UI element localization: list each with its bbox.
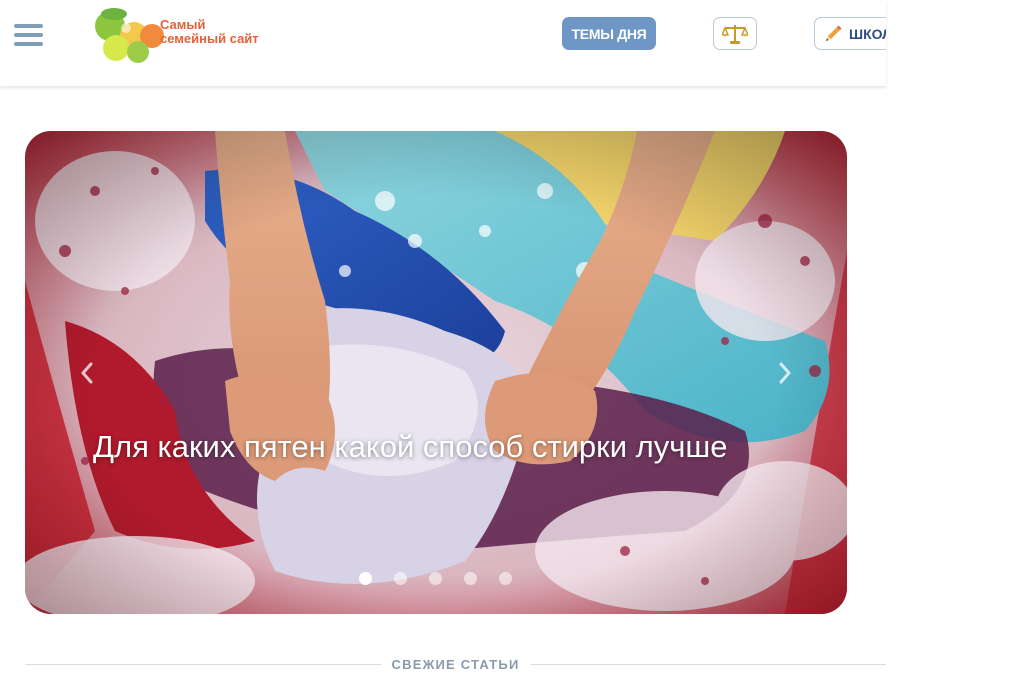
- slider-next-button[interactable]: [773, 359, 797, 387]
- slide-image: [25, 131, 847, 614]
- slide-title[interactable]: Для каких пятен какой способ стирки лучш…: [93, 427, 813, 467]
- hamburger-icon: [14, 24, 43, 28]
- topics-of-the-day-button[interactable]: ТЕМЫ ДНЯ: [562, 17, 656, 50]
- pencil-icon: [826, 25, 842, 41]
- section-heading-label: СВЕЖИЕ СТАТЬИ: [391, 656, 520, 672]
- slider-dots: [359, 572, 512, 585]
- logo-text: Самый семейный сайт: [160, 18, 259, 46]
- chevron-left-icon: [81, 362, 93, 384]
- site-logo[interactable]: Самый семейный сайт: [86, 2, 308, 68]
- fresh-articles-heading: СВЕЖИЕ СТАТЬИ: [25, 654, 887, 674]
- featured-slider[interactable]: Для каких пятен какой способ стирки лучш…: [25, 131, 847, 614]
- divider-right: [530, 663, 887, 665]
- slider-prev-button[interactable]: [75, 359, 99, 387]
- page: Самый семейный сайт ТЕМЫ ДНЯ ШКО Для как…: [0, 0, 1024, 692]
- menu-button[interactable]: [14, 24, 43, 46]
- chevron-right-icon: [779, 362, 791, 384]
- logo-text-line2: семейный сайт: [160, 31, 259, 46]
- slider-dot-1[interactable]: [359, 572, 372, 585]
- school-button[interactable]: ШКОЛ: [814, 17, 886, 50]
- logo-image: [95, 8, 164, 63]
- scales-button[interactable]: [713, 17, 757, 50]
- slider-dot-5[interactable]: [499, 572, 512, 585]
- site-header: Самый семейный сайт ТЕМЫ ДНЯ ШКО: [0, 0, 886, 86]
- slider-dot-4[interactable]: [464, 572, 477, 585]
- slider-dot-3[interactable]: [429, 572, 442, 585]
- divider-left: [25, 663, 381, 665]
- slider-dot-2[interactable]: [394, 572, 407, 585]
- scales-icon: [722, 24, 748, 44]
- logo-text-line1: Самый: [160, 17, 206, 32]
- school-button-label: ШКОЛ: [849, 25, 886, 42]
